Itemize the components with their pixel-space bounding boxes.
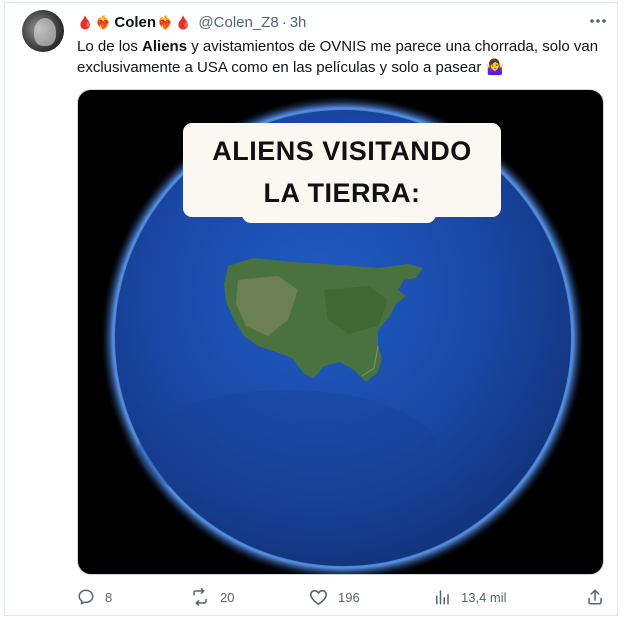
tweet-header: 🩸 ❤️‍🔥 Colen ❤️‍🔥 🩸 @Colen_Z8 · 3h: [77, 12, 306, 32]
tweet-card[interactable]: 🩸 ❤️‍🔥 Colen ❤️‍🔥 🩸 @Colen_Z8 · 3h Lo de…: [4, 2, 618, 616]
action-bar: 8 20 196 13,4 mil: [77, 588, 607, 610]
views-count: 13,4 mil: [461, 589, 507, 605]
avatar[interactable]: [22, 10, 64, 52]
fire-heart-emoji-icon: ❤️‍🔥: [157, 14, 174, 30]
share-icon: [588, 589, 602, 605]
like-button[interactable]: 196: [309, 588, 360, 606]
like-count: 196: [338, 589, 360, 605]
tweet-image[interactable]: ALIENS VISITANDO LA TIERRA:: [77, 89, 604, 575]
reply-count: 8: [105, 589, 113, 605]
retweet-count: 20: [220, 589, 235, 605]
views-icon: [436, 590, 449, 605]
share-button[interactable]: [586, 588, 604, 606]
views-button[interactable]: 13,4 mil: [433, 588, 507, 606]
reply-button[interactable]: 8: [77, 588, 112, 606]
tweet-text: Lo de los Aliens y avistamientos de OVNI…: [77, 36, 602, 78]
drop-emoji-icon: 🩸: [77, 14, 94, 30]
display-name[interactable]: Colen: [114, 14, 156, 31]
caption-line-2: LA TIERRA:: [263, 178, 421, 208]
timestamp[interactable]: 3h: [290, 14, 307, 31]
drop-emoji-icon: 🩸: [175, 14, 192, 30]
caption-line-1: ALIENS VISITANDO: [212, 136, 472, 166]
separator-dot: ·: [281, 13, 287, 31]
more-icon[interactable]: [588, 13, 608, 29]
user-handle[interactable]: @Colen_Z8: [198, 14, 278, 31]
tweet-text-bold: Aliens: [142, 38, 188, 55]
reply-icon: [78, 589, 94, 605]
caption-box-tail: [242, 207, 436, 223]
retweet-icon: [193, 588, 207, 606]
fire-heart-emoji-icon: ❤️‍🔥: [95, 14, 112, 30]
tweet-text-start: Lo de los: [77, 38, 143, 55]
retweet-button[interactable]: 20: [190, 588, 234, 606]
shrug-emoji-icon: 🤷‍♀️: [485, 59, 505, 76]
like-icon: [310, 589, 327, 605]
